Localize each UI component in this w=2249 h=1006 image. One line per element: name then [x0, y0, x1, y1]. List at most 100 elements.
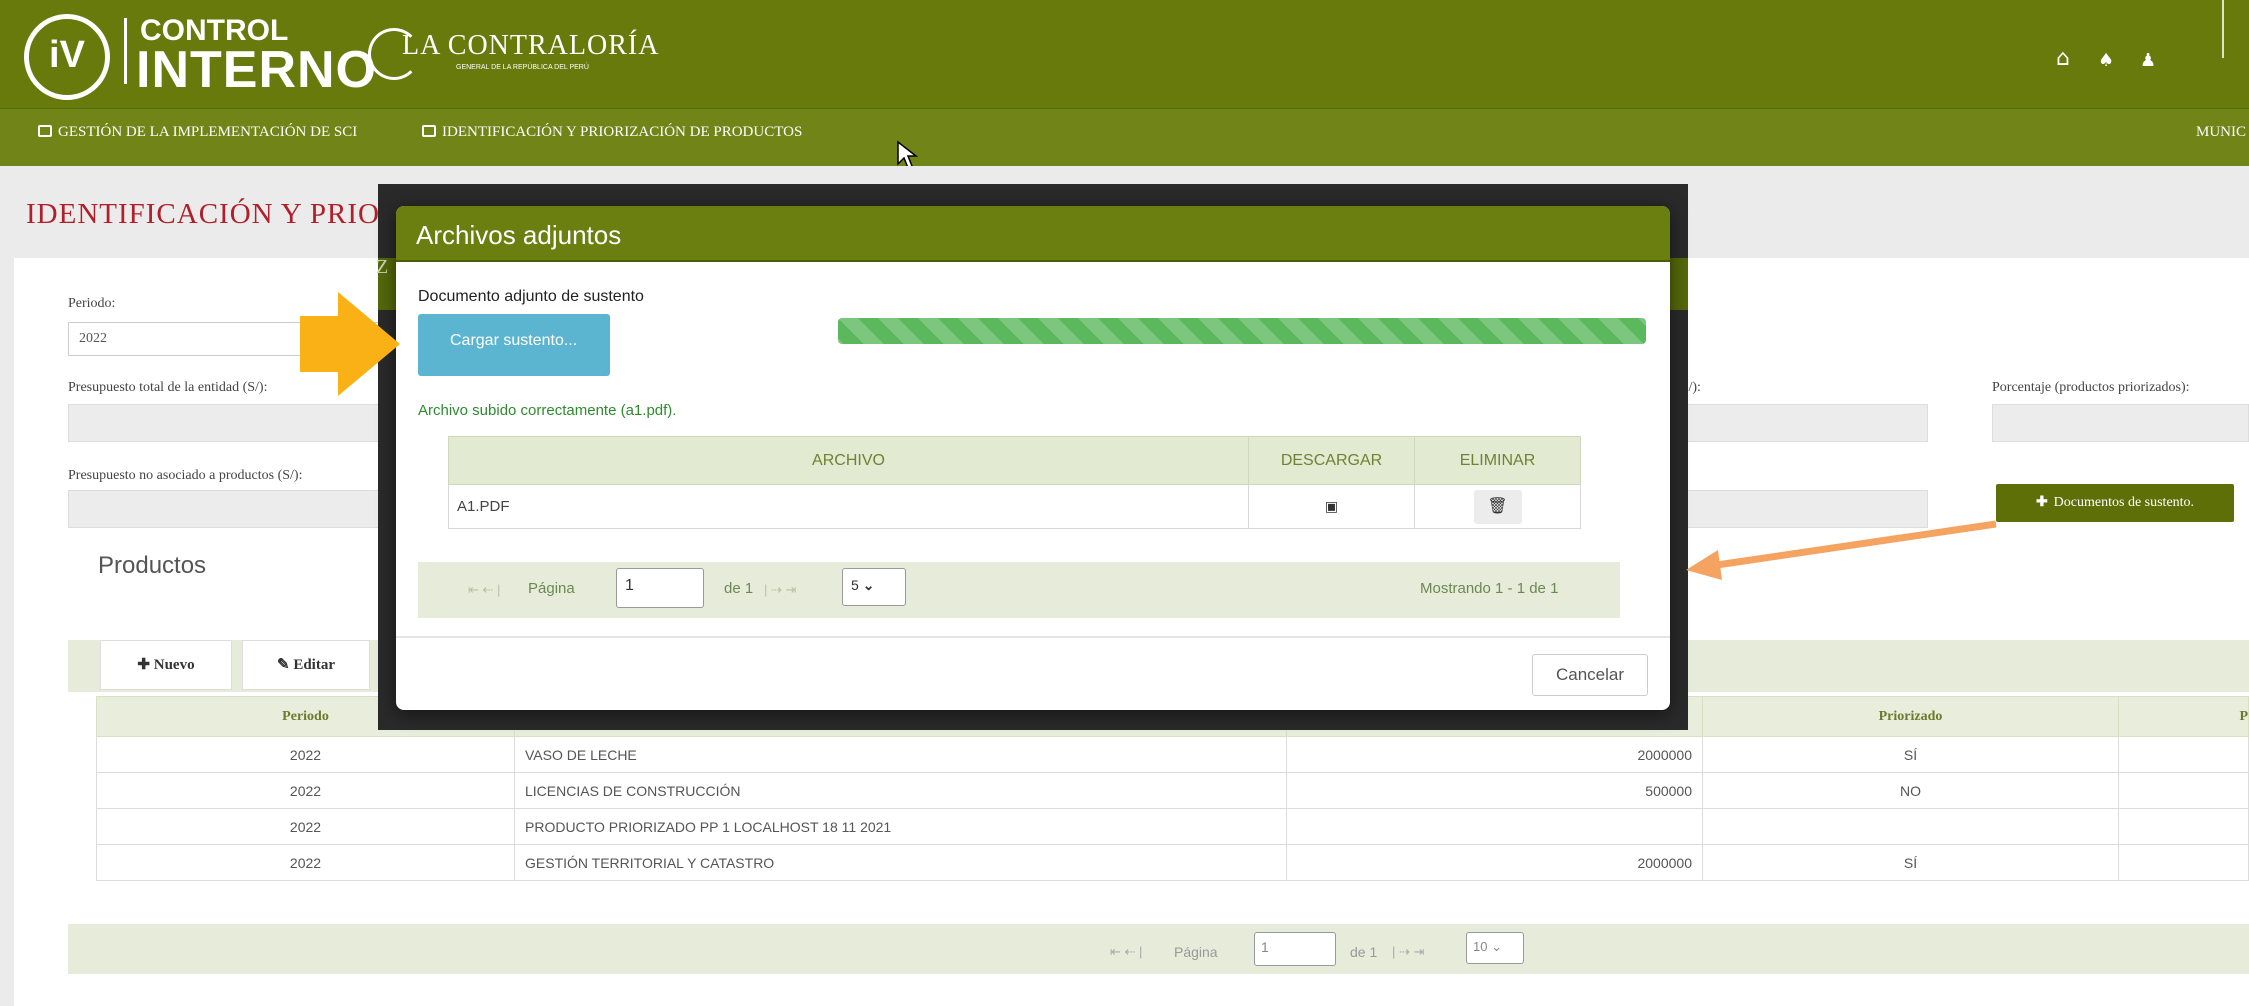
productos-pager [68, 924, 2249, 974]
trash-icon[interactable]: 🗑 [1473, 489, 1522, 524]
table-row[interactable]: 2022 PRODUCTO PRIORIZADO PP 1 LOCALHOST … [96, 808, 2249, 845]
nuevo-button[interactable]: ✚ Nuevo [100, 640, 232, 690]
editar-button[interactable]: ✎ Editar [242, 640, 370, 690]
column-spacer [1580, 436, 1588, 485]
monitor-icon [38, 125, 52, 137]
pager-page-input[interactable]: 1 [616, 568, 704, 608]
download-icon[interactable]: ▣ [1325, 498, 1338, 514]
column-header-eliminar[interactable]: ELIMINAR [1414, 436, 1581, 485]
menu-item-label: GESTIÓN DE LA IMPLEMENTACIÓN DE SCI [58, 124, 358, 140]
cell-presupuesto: 2000000 [1286, 844, 1703, 881]
presupuesto-no-asociado-label: Presupuesto no asociado a productos (S/)… [68, 468, 303, 483]
cell-producto: LICENCIAS DE CONSTRUCCIÓN [514, 772, 1287, 809]
presupuesto-total-label: Presupuesto total de la entidad (S/): [68, 380, 268, 395]
porcentaje-field[interactable] [1992, 404, 2249, 442]
dialog-title: Archivos adjuntos [416, 220, 622, 250]
porcentaje-label: Porcentaje (productos priorizados): [1992, 380, 2190, 395]
table-row[interactable]: 2022 LICENCIAS DE CONSTRUCCIÓN 500000 NO [96, 772, 2249, 809]
chevron-down-icon: ⌄ [1491, 939, 1502, 954]
archivos-table: ARCHIVO DESCARGAR ELIMINAR A1.PDF ▣ 🗑 [448, 436, 1588, 529]
cell-spacer [1581, 485, 1588, 529]
documentos-button-label: Documentos de sustento. [2053, 495, 2195, 510]
plus-icon: ✚ [137, 657, 154, 673]
contraloria-title: LA CONTRALORÍA [402, 30, 660, 61]
logo-divider [124, 18, 127, 84]
cell-periodo: 2022 [96, 772, 515, 809]
chevron-down-icon: ⌄ [862, 577, 875, 593]
edit-icon: ✎ [277, 657, 294, 673]
menu-item-identificacion[interactable]: IDENTIFICACIÓN Y PRIORIZACIÓN DE PRODUCT… [422, 124, 802, 141]
column-header-priorizado[interactable]: Priorizado [1702, 696, 2119, 737]
page-title: IDENTIFICACIÓN Y PRIOR [26, 198, 401, 230]
cell-periodo: 2022 [96, 808, 515, 845]
pager-next-last-icon[interactable]: | ⇢ ⇥ [1392, 944, 1424, 960]
bell-icon[interactable]: ♠ [2098, 50, 2114, 71]
pager-first-prev-icon[interactable]: ⇤ ⇠ | [468, 582, 500, 598]
dialog-footer-divider [396, 636, 1670, 638]
presupuesto-total-field[interactable] [68, 404, 388, 442]
cell-priorizado: SÍ [1702, 736, 2119, 773]
cell-p [2118, 844, 2249, 881]
documento-label: Documento adjunto de sustento [418, 288, 644, 305]
nuevo-button-label: Nuevo [153, 657, 195, 673]
cell-periodo: 2022 [96, 844, 515, 881]
cell-presupuesto [1286, 808, 1703, 845]
cell-priorizado: SÍ [1702, 844, 2119, 881]
home-icon[interactable]: ⌂ [2056, 46, 2070, 71]
pager-page-label: Página [528, 580, 575, 597]
pager-next-last-icon[interactable]: | ⇢ ⇥ [764, 582, 796, 598]
app-window: iV CONTROL INTERNO LA CONTRALORÍA GENERA… [0, 0, 2249, 1006]
pager-page-label: Página [1174, 944, 1218, 960]
cell-producto: GESTIÓN TERRITORIAL Y CATASTRO [514, 844, 1287, 881]
cell-p [2118, 808, 2249, 845]
upload-success-message: Archivo subido correctamente (a1.pdf). [418, 402, 677, 419]
cell-producto: VASO DE LECHE [514, 736, 1287, 773]
presupuesto-right-field[interactable] [1676, 404, 1928, 442]
user-icon[interactable]: ♟ [2140, 50, 2156, 71]
pager-size-select[interactable]: 10 ⌄ [1466, 932, 1524, 964]
pager-first-prev-icon[interactable]: ⇤ ⇠ | [1110, 944, 1142, 960]
periodo-label: Periodo: [68, 296, 116, 311]
header-divider [2222, 0, 2224, 58]
table-row[interactable]: 2022 GESTIÓN TERRITORIAL Y CATASTRO 2000… [96, 844, 2249, 881]
pager-size-select[interactable]: 5 ⌄ [842, 568, 906, 606]
column-header-descargar[interactable]: DESCARGAR [1248, 436, 1415, 485]
table-row[interactable]: A1.PDF ▣ 🗑 [448, 484, 1588, 529]
presupuesto-no-asociado-field[interactable] [68, 490, 388, 528]
cell-priorizado [1702, 808, 2119, 845]
pager-of-label: de 1 [1350, 944, 1378, 960]
table-header-row: ARCHIVO DESCARGAR ELIMINAR [448, 436, 1588, 485]
cell-p [2118, 772, 2249, 809]
cancel-button[interactable]: Cancelar [1532, 654, 1648, 696]
logo-text-interno: INTERNO [136, 41, 377, 99]
column-header-p[interactable]: P [2118, 696, 2249, 737]
hidden-title-fragment: Z [376, 256, 389, 278]
cell-p [2118, 736, 2249, 773]
table-row[interactable]: 2022 VASO DE LECHE 2000000 SÍ [96, 736, 2249, 773]
editar-button-label: Editar [293, 657, 335, 673]
pager-size-value: 5 [851, 577, 859, 593]
cargar-sustento-button[interactable]: Cargar sustento... [418, 314, 610, 376]
pager-size-value: 10 [1473, 939, 1488, 954]
menu-item-gestion[interactable]: GESTIÓN DE LA IMPLEMENTACIÓN DE SCI [38, 124, 357, 141]
cell-presupuesto: 500000 [1286, 772, 1703, 809]
pager-page-input[interactable]: 1 [1254, 932, 1336, 966]
column-header-archivo[interactable]: ARCHIVO [448, 436, 1249, 485]
upload-progress-bar [838, 318, 1646, 344]
cell-archivo: A1.PDF [448, 484, 1249, 529]
annotation-arrow-yellow [338, 292, 400, 396]
cell-producto: PRODUCTO PRIORIZADO PP 1 LOCALHOST 18 11… [514, 808, 1287, 845]
archivos-adjuntos-dialog: Archivos adjuntos Documento adjunto de s… [396, 206, 1670, 710]
annotation-arrow-orange [1686, 520, 1997, 580]
cell-descargar: ▣ [1248, 484, 1415, 529]
contraloria-subtitle: GENERAL DE LA REPÚBLICA DEL PERÚ [456, 64, 589, 71]
annotation-arrow-yellow-tail [300, 316, 342, 372]
monitor-icon [422, 125, 436, 137]
documentos-sustento-button[interactable]: ✚ Documentos de sustento. [1996, 484, 2234, 522]
cell-priorizado: NO [1702, 772, 2119, 809]
pager-showing-label: Mostrando 1 - 1 de 1 [1420, 580, 1559, 597]
control-interno-logo[interactable]: iV [24, 14, 110, 100]
plus-icon: ✚ [2035, 495, 2048, 510]
productos-title: Productos [98, 552, 207, 579]
cell-eliminar: 🗑 [1414, 484, 1581, 529]
